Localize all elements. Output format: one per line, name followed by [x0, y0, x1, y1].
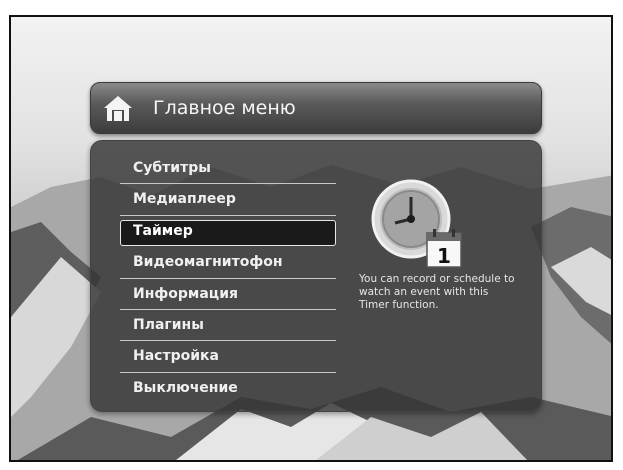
menu-item-label: Субтитры	[133, 160, 211, 176]
menu-divider	[120, 183, 336, 185]
menu-item-settings[interactable]: Настройка	[120, 343, 336, 374]
menu-panel: Субтитры Медиаплеер Таймер Видеомагнитоф…	[90, 140, 542, 412]
menu-item-label: Медиаплеер	[133, 191, 236, 208]
menu-divider	[120, 214, 336, 216]
menu-item-vcr[interactable]: Видеомагнитофон	[120, 249, 336, 280]
menu-divider	[120, 371, 336, 373]
menu-item-label: Плагины	[133, 316, 204, 333]
menu-divider	[120, 277, 336, 279]
menu-item-timer[interactable]: Таймер	[120, 218, 336, 249]
menu-divider	[120, 308, 336, 310]
menu-item-label: Таймер	[133, 222, 193, 239]
item-description: You can record or schedule to watch an e…	[359, 273, 515, 311]
main-menu-header: Главное меню	[90, 82, 542, 134]
menu-item-label: Видеомагнитофон	[133, 254, 283, 271]
menu-item-power-off[interactable]: Выключение	[120, 375, 336, 406]
tv-screen: Главное меню Субтитры Медиаплеер Таймер …	[9, 15, 613, 462]
menu-item-subtitles[interactable]: Субтитры	[120, 155, 336, 186]
menu-item-label: Информация	[133, 285, 238, 302]
calendar-icon: 1	[426, 229, 462, 268]
menu-divider	[120, 340, 336, 342]
menu-item-plugins[interactable]: Плагины	[120, 312, 336, 343]
menu-item-label: Выключение	[133, 379, 238, 396]
main-menu-list: Субтитры Медиаплеер Таймер Видеомагнитоф…	[120, 155, 336, 406]
home-icon	[104, 96, 132, 121]
menu-item-mediaplayer[interactable]: Медиаплеер	[120, 186, 336, 217]
timer-clock-icon: 1	[371, 179, 462, 268]
menu-item-label: Настройка	[133, 348, 219, 365]
menu-item-information[interactable]: Информация	[120, 281, 336, 312]
page-title: Главное меню	[153, 97, 296, 119]
calendar-day-text: 1	[437, 244, 451, 268]
